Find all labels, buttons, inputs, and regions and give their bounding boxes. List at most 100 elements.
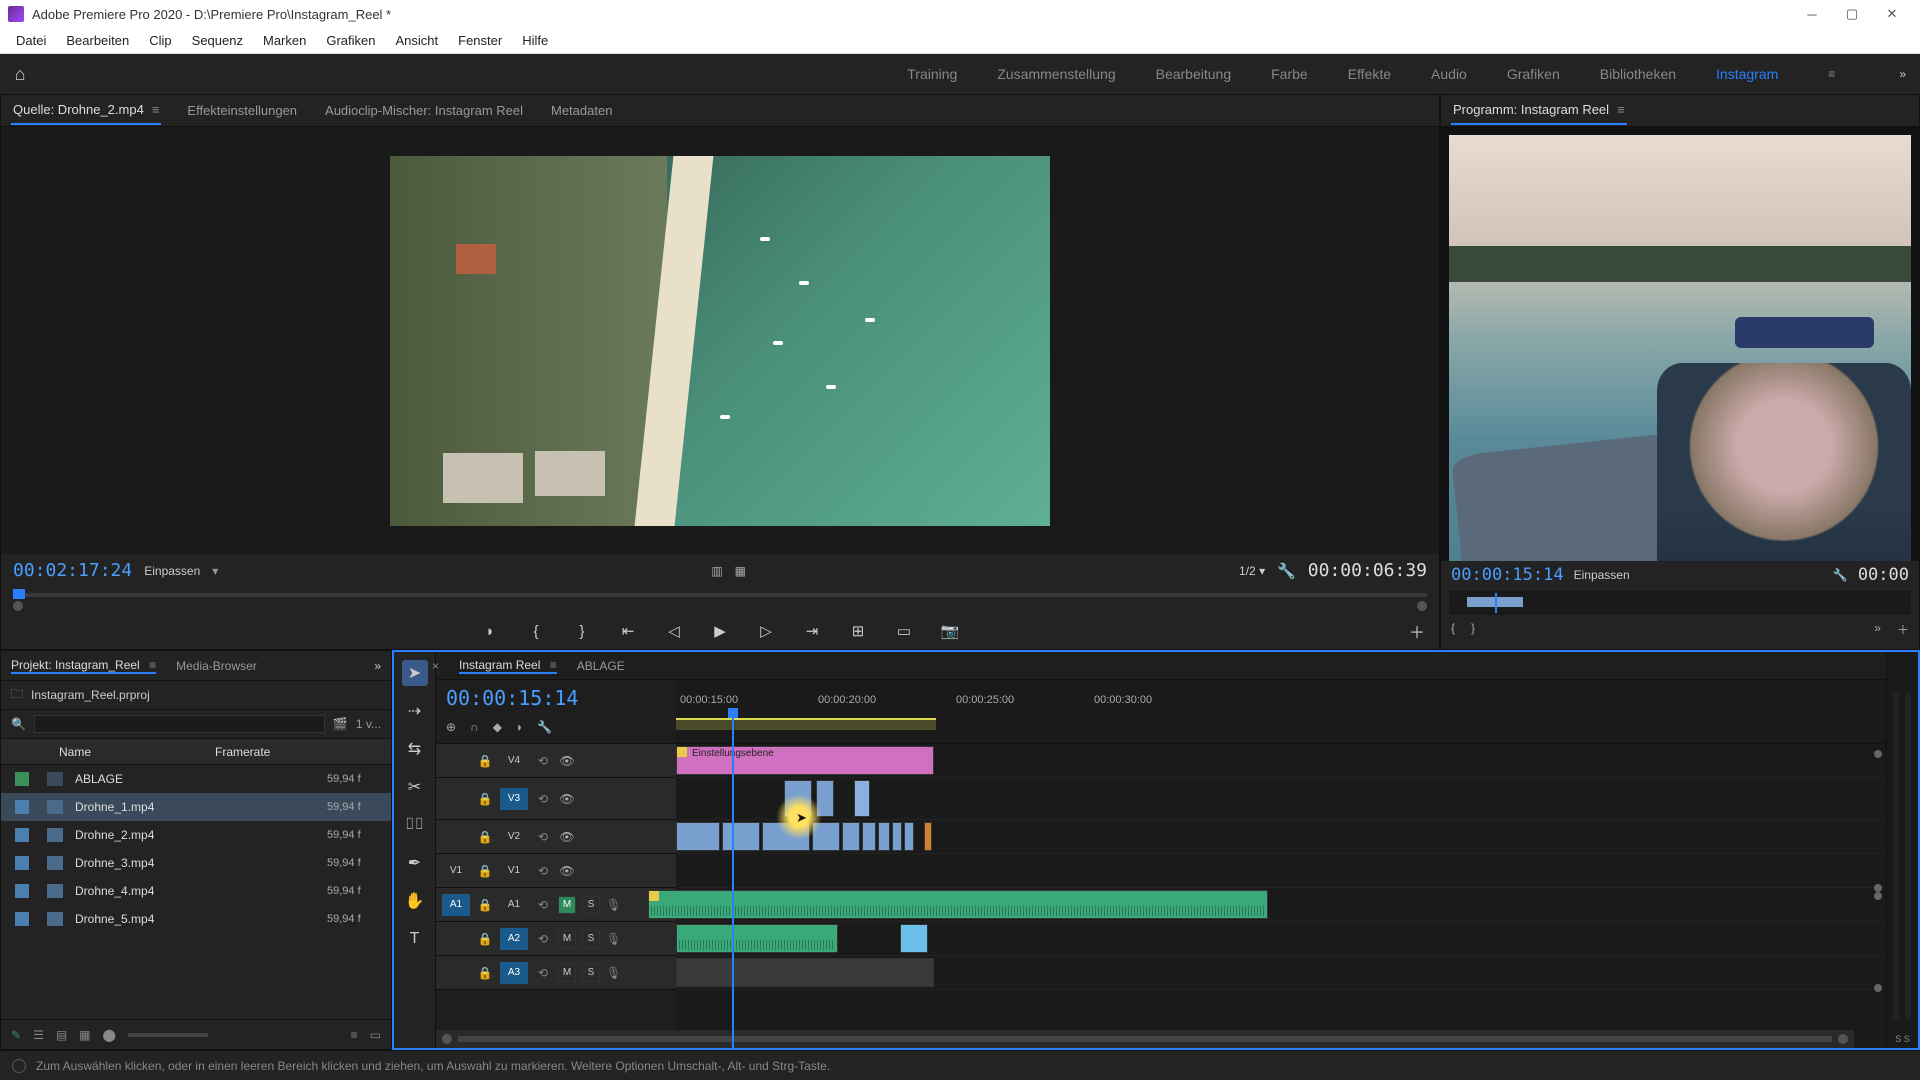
workspace-overflow-icon[interactable]: » (1885, 67, 1920, 81)
timeline-zoom-bar[interactable] (436, 1030, 1854, 1048)
lock-icon[interactable]: 🔒 (476, 966, 494, 980)
track-target-a3[interactable]: A3 (500, 962, 528, 984)
export-frame-icon[interactable]: 📷 (939, 620, 961, 642)
lock-icon[interactable]: 🔒 (476, 830, 494, 844)
work-area-bar[interactable] (676, 718, 936, 730)
minimize-button[interactable]: ─ (1792, 0, 1832, 28)
audio-clip[interactable] (648, 890, 1268, 919)
overflow-icon[interactable]: » (374, 659, 381, 673)
timeline-ruler[interactable]: 00:00:15:00 00:00:20:00 00:00:25:00 00:0… (676, 680, 1886, 743)
source-scrub-bar[interactable] (1, 587, 1439, 613)
settings-wrench-icon[interactable]: 🔧 (1833, 568, 1848, 582)
snap-icon[interactable]: ⊕ (446, 720, 456, 734)
workspace-bearbeitung[interactable]: Bearbeitung (1156, 66, 1232, 82)
mark-clip-icon[interactable]: } (571, 620, 593, 642)
razor-tool-icon[interactable]: ✂ (402, 774, 428, 800)
menu-ansicht[interactable]: Ansicht (385, 30, 448, 51)
track-header-a3[interactable]: 🔒 A3 ⟲ M S 🎙 (436, 956, 676, 990)
workspace-farbe[interactable]: Farbe (1271, 66, 1308, 82)
workspace-grafiken[interactable]: Grafiken (1507, 66, 1560, 82)
menu-datei[interactable]: Datei (6, 30, 56, 51)
tab-instagram-reel[interactable]: Instagram Reel ≡ (459, 658, 557, 674)
mark-in-icon[interactable]: ◗ (479, 620, 501, 642)
timeline-timecode[interactable]: 00:00:15:14 (446, 686, 666, 710)
source-patch-v1[interactable]: V1 (442, 860, 470, 882)
panel-menu-icon[interactable]: ≡ (149, 658, 156, 672)
voiceover-icon[interactable]: 🎙 (606, 966, 621, 980)
lock-icon[interactable]: 🔒 (476, 898, 494, 912)
close-sequence-icon[interactable]: × (432, 659, 439, 673)
menu-sequenz[interactable]: Sequenz (182, 30, 253, 51)
lock-icon[interactable]: 🔒 (476, 864, 494, 878)
menu-grafiken[interactable]: Grafiken (316, 30, 385, 51)
search-icon[interactable]: 🔍 (11, 717, 26, 731)
source-playhead-indicator[interactable] (13, 589, 25, 599)
source-patch-v3[interactable] (442, 788, 470, 810)
solo-button[interactable]: S (582, 896, 600, 914)
overwrite-icon[interactable]: ▭ (893, 620, 915, 642)
timeline-playhead[interactable] (732, 744, 734, 1048)
project-breadcrumb[interactable]: 🗀 Instagram_Reel.prproj (1, 681, 391, 709)
workspace-audio[interactable]: Audio (1431, 66, 1467, 82)
new-item-icon[interactable]: 🎬 (333, 717, 348, 731)
automate-to-sequence-icon[interactable]: ▭ (370, 1028, 381, 1042)
hand-tool-icon[interactable]: ✋ (402, 888, 428, 914)
zoom-handle-left[interactable] (13, 601, 23, 611)
track-target-v1[interactable]: V1 (500, 860, 528, 882)
add-button-icon[interactable]: ＋ (1897, 621, 1909, 638)
go-to-out-icon[interactable]: ⇥ (801, 620, 823, 642)
video-clip[interactable] (676, 822, 720, 851)
play-icon[interactable]: ▶ (709, 620, 731, 642)
track-lane-v1[interactable] (676, 854, 1886, 888)
workspace-instagram[interactable]: Instagram (1716, 66, 1778, 82)
track-lane-v3[interactable] (676, 778, 1886, 820)
sync-lock-icon[interactable]: ⟲ (534, 898, 552, 912)
write-mode-icon[interactable]: ✎ (11, 1028, 21, 1042)
track-target-v4[interactable]: V4 (500, 750, 528, 772)
marker-add-icon[interactable]: ◆ (493, 720, 502, 734)
program-timecode-right[interactable]: 00:00 (1858, 565, 1909, 585)
menu-marken[interactable]: Marken (253, 30, 316, 51)
close-button[interactable]: ✕ (1872, 0, 1912, 28)
workspace-menu-icon[interactable]: ≡ (1818, 67, 1845, 81)
program-zoom-label[interactable]: Einpassen (1574, 568, 1630, 582)
voiceover-icon[interactable]: 🎙 (606, 898, 621, 912)
mark-in-icon[interactable]: { (1451, 621, 1455, 638)
sequence-settings-icon[interactable]: ◗ (516, 720, 523, 734)
track-target-v2[interactable]: V2 (500, 826, 528, 848)
track-header-v3[interactable]: 🔒 V3 ⟲ 👁 (436, 778, 676, 820)
step-back-icon[interactable]: ◁ (663, 620, 685, 642)
mute-button[interactable]: M (558, 896, 576, 914)
workspace-effekte[interactable]: Effekte (1348, 66, 1391, 82)
zoom-handle-right[interactable] (1838, 1034, 1848, 1044)
menu-clip[interactable]: Clip (139, 30, 181, 51)
source-timecode-left[interactable]: 00:02:17:24 (13, 560, 132, 581)
home-icon[interactable]: ⌂ (0, 54, 40, 94)
project-item-drohne-4[interactable]: Drohne_4.mp4 59,94 f (1, 877, 391, 905)
track-header-v2[interactable]: 🔒 V2 ⟲ 👁 (436, 820, 676, 854)
mark-out-icon[interactable]: { (525, 620, 547, 642)
source-patch-a1[interactable]: A1 (442, 894, 470, 916)
icon-view-icon[interactable]: ▤ (56, 1028, 67, 1042)
track-header-v4[interactable]: 🔒 V4 ⟲ 👁 (436, 744, 676, 778)
track-lane-v2[interactable] (676, 820, 1886, 854)
program-scrub-bar[interactable] (1449, 591, 1911, 615)
pen-tool-icon[interactable]: ✒ (402, 850, 428, 876)
project-item-drohne-3[interactable]: Drohne_3.mp4 59,94 f (1, 849, 391, 877)
eye-icon[interactable]: 👁 (558, 754, 576, 768)
sync-lock-icon[interactable]: ⟲ (534, 864, 552, 878)
zoom-slider[interactable] (128, 1033, 208, 1037)
video-clip[interactable] (892, 822, 902, 851)
track-header-v1[interactable]: V1 🔒 V1 ⟲ 👁 (436, 854, 676, 888)
sort-icon[interactable]: ≡ (351, 1028, 358, 1042)
freeform-view-icon[interactable]: ▦ (79, 1028, 90, 1042)
maximize-button[interactable]: ▢ (1832, 0, 1872, 28)
sync-lock-icon[interactable]: ⟲ (534, 754, 552, 768)
project-item-drohne-1[interactable]: Drohne_1.mp4 59,94 f (1, 793, 391, 821)
timeline-tracks-area[interactable]: Einstellungsebene (676, 744, 1886, 1048)
overflow-icon[interactable]: » (1874, 621, 1881, 638)
program-timecode-left[interactable]: 00:00:15:14 (1451, 565, 1564, 585)
sync-lock-icon[interactable]: ⟲ (534, 932, 552, 946)
tab-media-browser[interactable]: Media-Browser (176, 659, 257, 673)
source-patch-v2[interactable] (442, 826, 470, 848)
